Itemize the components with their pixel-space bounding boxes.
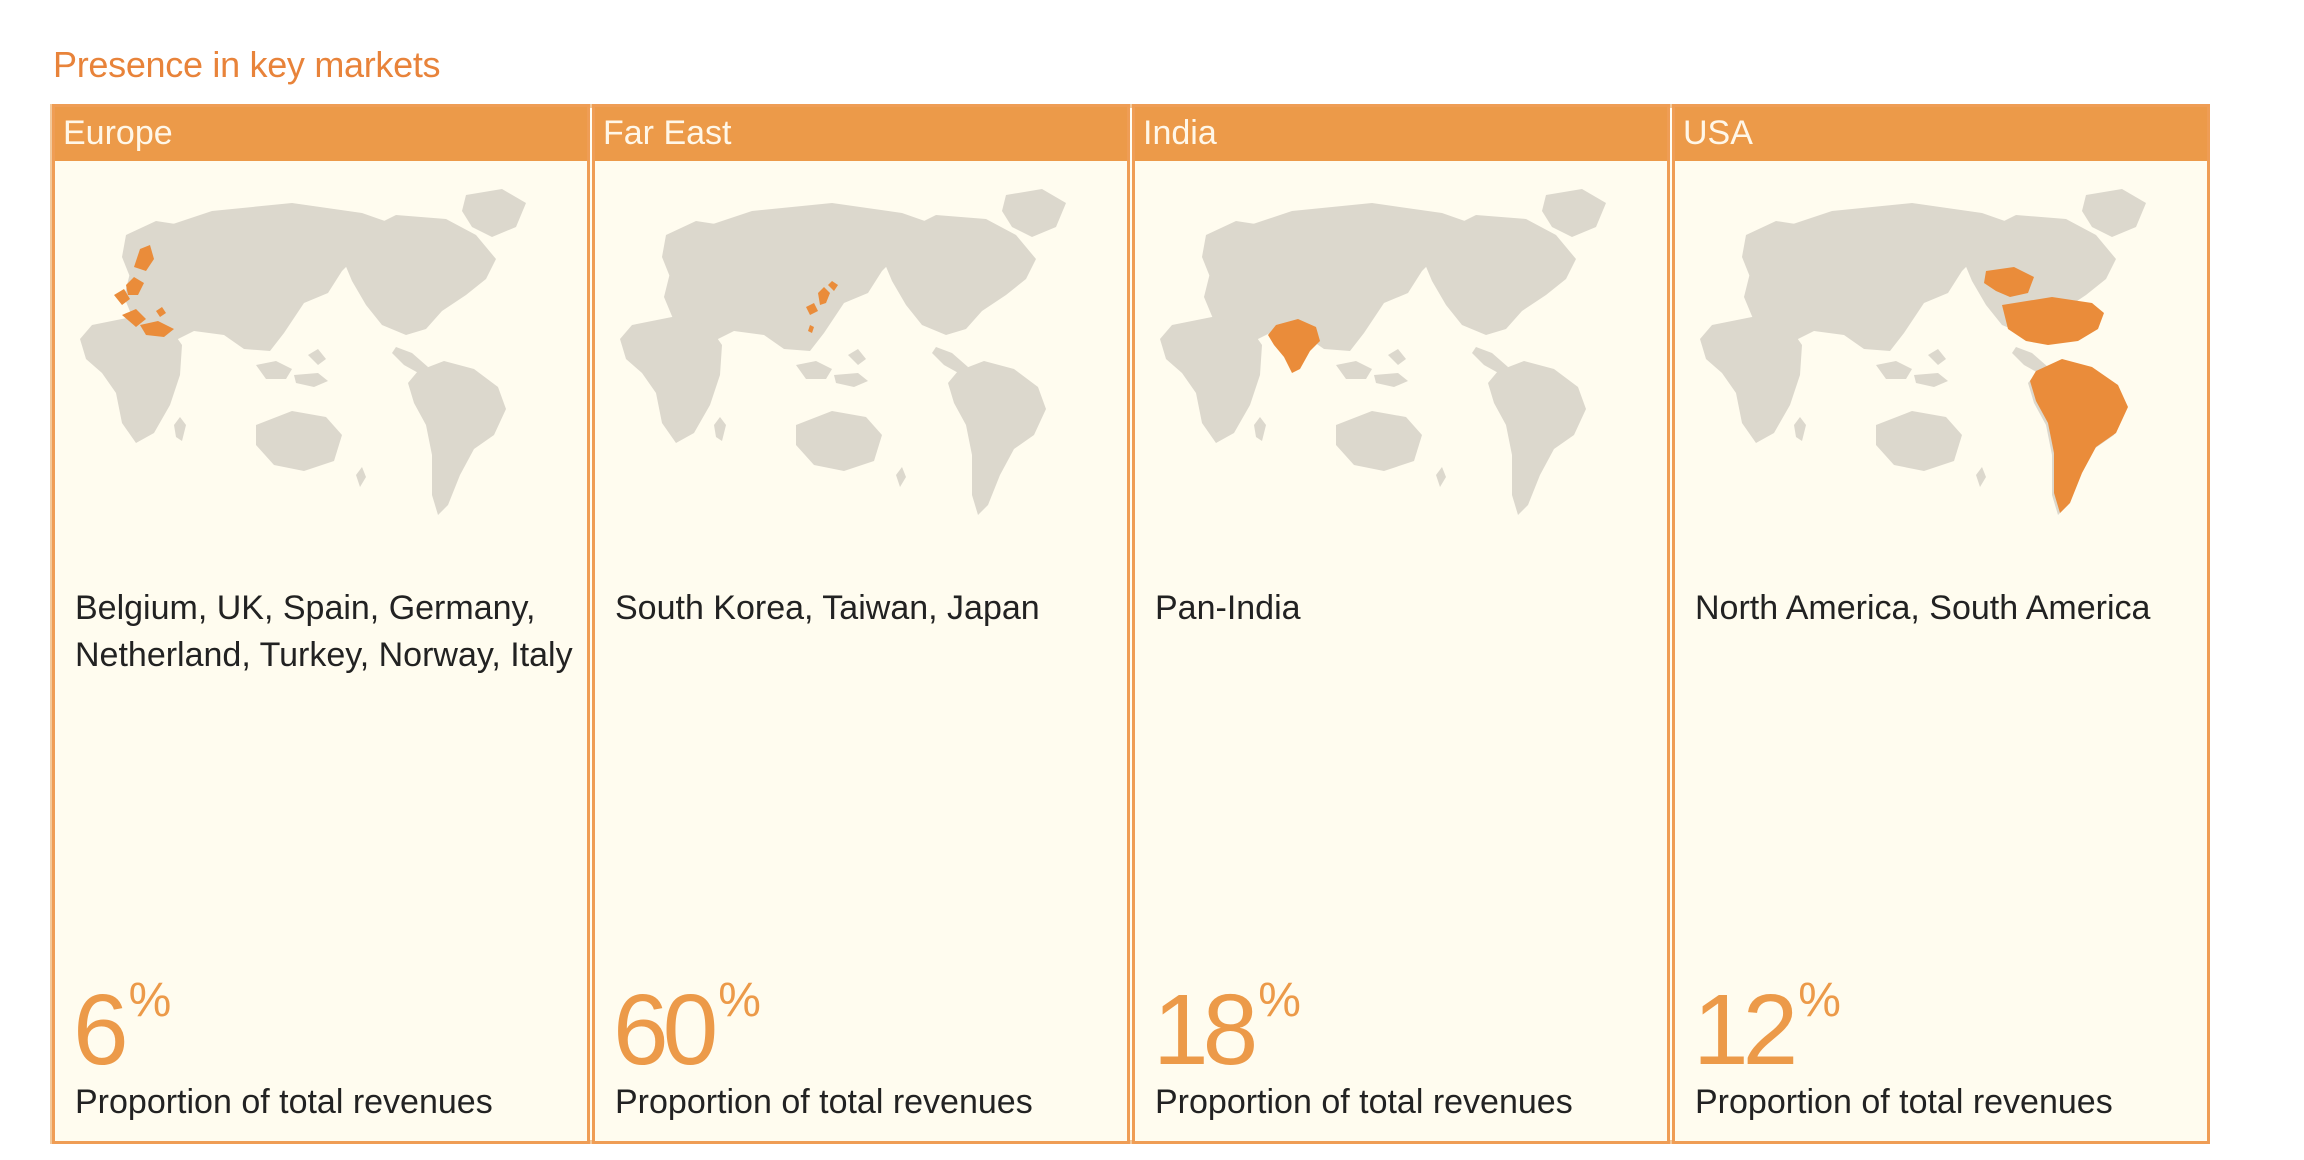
market-panel-europe: Europe Belgium, UK, Spain, Germany, Neth… [52,104,590,1144]
world-map-graphic [1160,189,1606,515]
world-map-europe [55,175,587,535]
section-title: Presence in key markets [53,44,441,85]
market-panel-usa: USA North America, South America 12% Pro… [1672,104,2210,1144]
market-panel-india: India Pan-India 18% Proportion of total … [1132,104,1670,1144]
world-map-graphic [620,189,1066,515]
world-map-far-east [595,175,1127,535]
countries-text: North America, South America [1695,589,2151,627]
world-map-graphic [80,189,526,515]
percent-label: Proportion of total revenues [1695,1083,2113,1121]
countries-text: Pan-India [1155,589,1301,627]
world-map-graphic [1700,189,2146,515]
panel-header: Europe [55,107,587,161]
revenue-percent: 6% [73,974,172,1081]
percent-label: Proportion of total revenues [615,1083,1033,1121]
percent-value: 6 [73,974,129,1086]
panel-header: USA [1675,107,2207,161]
countries-text: Belgium, UK, Spain, Germany, Netherland,… [75,589,573,674]
revenue-percent: 60% [613,974,761,1081]
percent-label: Proportion of total revenues [75,1083,493,1121]
revenue-percent: 18% [1153,974,1301,1081]
panel-header: Far East [595,107,1127,161]
percent-symbol: % [128,974,172,1027]
market-panel-far-east: Far East South Korea, Taiwan, Japan 60% … [592,104,1130,1144]
countries-text: South Korea, Taiwan, Japan [615,589,1040,627]
percent-symbol: % [718,974,761,1027]
world-map-india [1135,175,1667,535]
panel-header: India [1135,107,1667,161]
percent-value: 12 [1693,974,1798,1086]
percent-symbol: % [1258,974,1301,1027]
revenue-percent: 12% [1693,974,1841,1081]
percent-value: 18 [1153,974,1258,1086]
percent-value: 60 [613,974,718,1086]
percent-symbol: % [1798,974,1841,1027]
highlight-india [1268,319,1320,373]
percent-label: Proportion of total revenues [1155,1083,1573,1121]
world-map-usa [1675,175,2207,535]
